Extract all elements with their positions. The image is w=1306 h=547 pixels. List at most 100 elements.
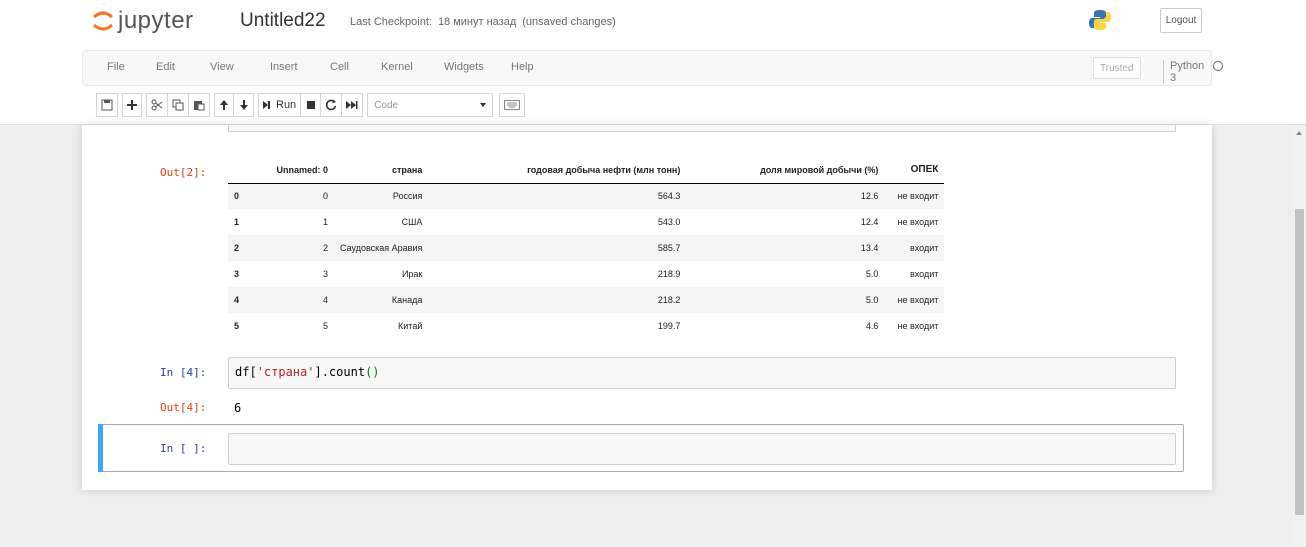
menu-help[interactable]: Help	[511, 61, 534, 73]
restart-icon[interactable]	[321, 93, 343, 117]
logout-button[interactable]: Logout	[1160, 8, 1202, 33]
code-input[interactable]: df['страна'].count()	[228, 357, 1176, 389]
cut-icon[interactable]	[146, 93, 168, 117]
row-index: 5	[234, 321, 240, 331]
paste-icon[interactable]	[189, 93, 210, 117]
add-cell-icon[interactable]	[122, 93, 142, 117]
cell-type-value: Code	[374, 99, 399, 111]
output-value: 6	[234, 401, 242, 415]
cell-type-select[interactable]: Code	[367, 93, 494, 117]
jupyter-logo-icon	[93, 11, 113, 31]
table-cell: 12.4	[860, 217, 879, 227]
menu-kernel[interactable]: Kernel	[381, 61, 413, 73]
menu-view[interactable]: View	[210, 61, 234, 73]
table-row: 1 1 США 543.0 12.4 не входит	[228, 209, 944, 235]
checkpoint-label: Last Checkpoint:	[350, 16, 432, 28]
table-cell: не входит	[897, 321, 939, 331]
notebook-container: Out[2]: Unnamed: 0 страна годовая добыча…	[82, 125, 1212, 490]
code-string: 'страна'	[256, 365, 315, 379]
table-row: 2 2 Саудовская Аравия 585.7 13.4 входит	[228, 235, 945, 261]
table-cell: 585.7	[657, 243, 681, 253]
table-cell: Китай	[398, 321, 423, 331]
notebook-name[interactable]: Untitled22	[240, 10, 326, 32]
move-up-icon[interactable]	[214, 93, 234, 117]
move-down-icon[interactable]	[234, 93, 254, 117]
row-index: 1	[234, 217, 240, 227]
table-cell: 564.3	[657, 191, 681, 202]
previous-input-edge	[228, 125, 1176, 132]
table-cell: 5	[322, 321, 328, 331]
code-text: ].count	[314, 365, 366, 379]
run-button[interactable]: Run	[258, 93, 302, 117]
fast-forward-icon[interactable]	[342, 93, 364, 117]
row-index: 2	[234, 243, 240, 253]
row-index: 4	[234, 295, 240, 305]
jupyter-logo[interactable]: jupyter	[92, 6, 194, 36]
table-cell: не входит	[897, 295, 939, 305]
column-header: годовая добыча нефти (млн тонн)	[428, 157, 687, 184]
table-cell: 13.4	[860, 243, 879, 253]
output-prompt: Out[4]:	[160, 401, 207, 414]
column-header: Unnamed: 0	[252, 157, 334, 184]
scroll-up-icon[interactable]	[1296, 131, 1302, 135]
table-cell: 0	[322, 191, 328, 202]
menu-insert[interactable]: Insert	[270, 61, 298, 73]
scrollbar[interactable]	[1292, 125, 1306, 547]
code-input[interactable]	[228, 433, 1176, 465]
checkpoint-status: Last Checkpoint: 18 минут назад (unsaved c…	[350, 16, 622, 28]
table-cell: Ирак	[401, 269, 423, 279]
copy-icon[interactable]	[168, 93, 189, 117]
stop-icon[interactable]	[301, 93, 322, 117]
table-header-row: Unnamed: 0 страна годовая добыча нефти (…	[228, 157, 945, 184]
table-cell: 218.9	[657, 269, 681, 279]
scroll-thumb[interactable]	[1295, 209, 1304, 515]
header: jupyter Untitled22 Last Checkpoint: 18 ми…	[0, 0, 1306, 125]
menu-cell[interactable]: Cell	[330, 61, 349, 73]
code-text: df[	[235, 365, 257, 379]
table-cell: 543.0	[657, 217, 681, 227]
code-parens: ()	[365, 365, 380, 379]
table-row: 5 5 Китай 199.7 4.6 не входит	[228, 313, 944, 339]
menu-widgets[interactable]: Widgets	[444, 61, 484, 73]
selected-cell[interactable]: In [ ]:	[98, 424, 1184, 472]
input-prompt: In [ ]:	[160, 442, 207, 455]
table-cell: входит	[909, 269, 939, 279]
table-cell: 3	[322, 269, 328, 279]
menu-file[interactable]: File	[107, 61, 125, 73]
checkpoint-time: 18 минут назад	[437, 16, 517, 28]
column-header: страна	[334, 157, 429, 184]
table-cell: входит	[909, 243, 939, 253]
table-cell: 4	[322, 295, 328, 305]
column-header: доля мировой добычи (%)	[686, 157, 885, 184]
keyboard-icon[interactable]	[499, 93, 526, 117]
table-cell: 2	[322, 243, 328, 253]
table-cell: США	[401, 217, 423, 227]
output-prompt: Out[2]:	[160, 166, 207, 179]
table-cell: Россия	[392, 191, 423, 202]
table-cell: 1	[322, 217, 328, 227]
cell-selection-bar	[98, 424, 103, 472]
menu-edit[interactable]: Edit	[156, 61, 175, 73]
kernel-name[interactable]: Python 3	[1163, 60, 1211, 84]
table-cell: не входит	[897, 217, 939, 227]
table-cell: Канада	[391, 295, 423, 305]
input-prompt: In [4]:	[160, 366, 207, 379]
toolbar: Run Code	[96, 92, 526, 118]
run-label: Run	[276, 99, 297, 111]
table-cell: не входит	[897, 191, 939, 202]
dataframe-table: Unnamed: 0 страна годовая добыча нефти (…	[228, 157, 945, 339]
table-cell: 218.2	[657, 295, 681, 305]
table-cell: 4.6	[865, 321, 879, 331]
run-icon	[263, 101, 270, 109]
table-cell: 12.6	[860, 191, 879, 202]
table-cell: Саудовская Аравия	[340, 243, 423, 253]
trusted-indicator[interactable]: Trusted	[1093, 57, 1141, 79]
save-status: (unsaved changes)	[522, 16, 616, 28]
menu-bar: File Edit View Insert Cell Kernel Widget…	[82, 50, 1223, 86]
table-cell: 5.0	[865, 269, 879, 279]
table-row: 3 3 Ирак 218.9 5.0 входит	[228, 261, 944, 287]
save-icon[interactable]	[96, 93, 118, 117]
table-cell: 5.0	[865, 295, 879, 305]
table-row: 0 0 Россия 564.3 12.6 не входит	[228, 183, 945, 209]
logo-text: jupyter	[118, 7, 194, 34]
